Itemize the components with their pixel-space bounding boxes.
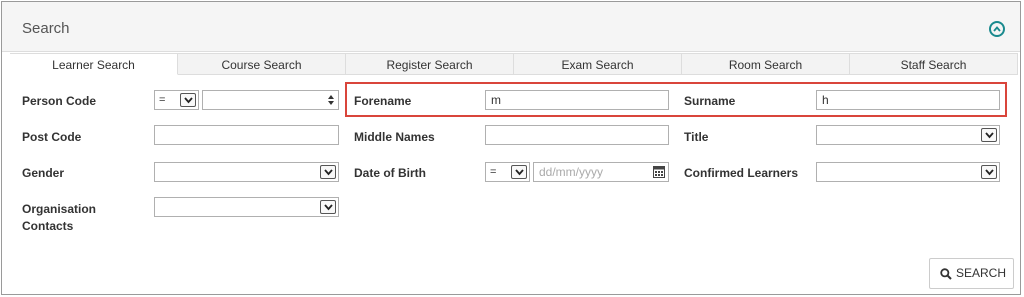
search-button-label: SEARCH: [956, 266, 1007, 280]
middle-names-label: Middle Names: [354, 130, 435, 144]
dob-placeholder: dd/mm/yyyy: [539, 165, 604, 179]
post-code-label: Post Code: [22, 130, 82, 144]
confirmed-learners-select[interactable]: [816, 162, 1000, 182]
gender-label: Gender: [22, 166, 65, 180]
person-code-input[interactable]: [202, 90, 339, 110]
organisation-contacts-label-line1: Organisation: [22, 202, 97, 216]
panel-header: Search: [2, 2, 1020, 52]
person-code-operator-select[interactable]: =: [154, 90, 199, 110]
highlight-box: [345, 82, 1007, 117]
person-code-operator-value: =: [159, 94, 166, 106]
dob-operator-value: =: [490, 166, 497, 178]
collapse-icon[interactable]: [989, 21, 1005, 37]
chevron-down-icon: [320, 165, 336, 179]
date-of-birth-input[interactable]: dd/mm/yyyy: [533, 162, 669, 182]
chevron-down-icon: [511, 165, 527, 179]
gender-select[interactable]: [154, 162, 339, 182]
chevron-down-icon: [180, 93, 196, 107]
panel-title: Search: [22, 20, 70, 37]
spinner-icon[interactable]: [327, 93, 335, 107]
tab-exam-search[interactable]: Exam Search: [514, 53, 682, 75]
search-tabs: Learner Search Course Search Register Se…: [10, 53, 1018, 75]
search-panel: Search Learner Search Course Search Regi…: [1, 1, 1021, 295]
tab-staff-search[interactable]: Staff Search: [850, 53, 1018, 75]
title-label: Title: [684, 130, 709, 144]
middle-names-input[interactable]: [485, 125, 669, 145]
tab-course-search[interactable]: Course Search: [178, 53, 346, 75]
dob-operator-select[interactable]: =: [485, 162, 530, 182]
tab-room-search[interactable]: Room Search: [682, 53, 850, 75]
chevron-down-icon: [981, 128, 997, 142]
search-icon: [940, 268, 952, 280]
date-of-birth-label: Date of Birth: [354, 166, 426, 180]
calendar-icon[interactable]: [653, 165, 665, 183]
chevron-down-icon: [981, 165, 997, 179]
title-select[interactable]: [816, 125, 1000, 145]
organisation-contacts-label-line2: Contacts: [22, 219, 74, 233]
confirmed-learners-label: Confirmed Learners: [684, 166, 799, 180]
person-code-label: Person Code: [22, 94, 97, 108]
search-button[interactable]: SEARCH: [929, 258, 1014, 289]
organisation-contacts-select[interactable]: [154, 197, 339, 217]
tab-learner-search[interactable]: Learner Search: [10, 53, 178, 75]
tab-register-search[interactable]: Register Search: [346, 53, 514, 75]
post-code-input[interactable]: [154, 125, 339, 145]
chevron-down-icon: [320, 200, 336, 214]
